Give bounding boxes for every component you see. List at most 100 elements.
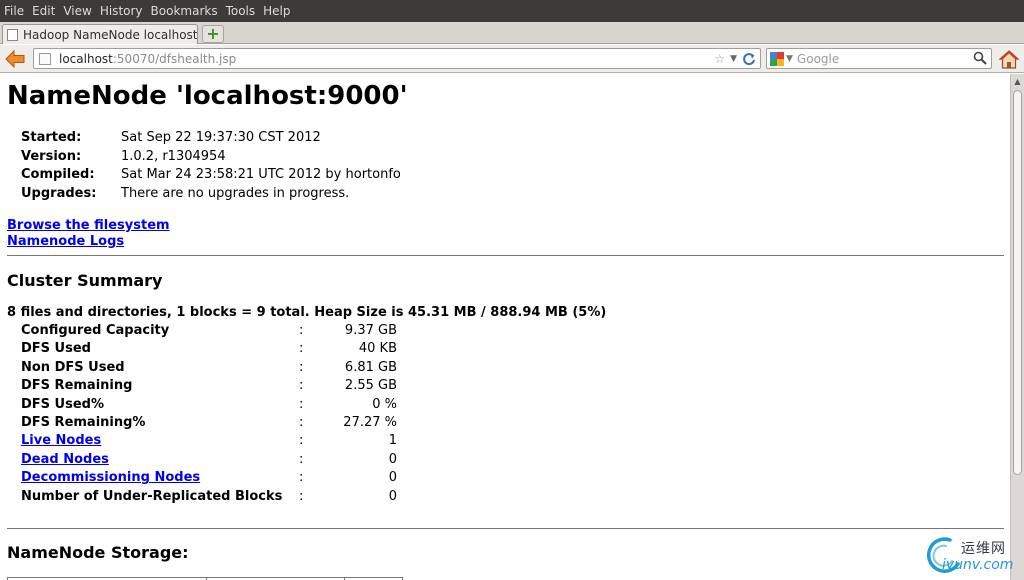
info-row-upgrades: Upgrades: There are no upgrades in progr… <box>21 185 401 204</box>
row-label: Configured Capacity <box>21 323 170 338</box>
row-colon: : <box>299 433 304 449</box>
home-icon <box>999 49 1019 69</box>
url-bar[interactable]: localhost:50070/dfshealth.jsp ☆ ▼ <box>33 48 761 69</box>
table-row: Decommissioning Nodes : 0 <box>21 469 397 487</box>
search-placeholder: Google <box>796 51 840 66</box>
menu-file[interactable]: File <box>0 0 28 22</box>
scroll-up-icon[interactable]: ▲ <box>1011 74 1024 88</box>
row-value: 2.55 GB <box>344 378 397 394</box>
url-bar-icons: ☆ ▼ <box>714 50 756 68</box>
info-label: Started: <box>21 130 82 145</box>
table-row: DFS Used% : 0 % <box>21 396 397 414</box>
row-colon: : <box>299 359 304 375</box>
table-row: Number of Under-Replicated Blocks : 0 <box>21 488 397 506</box>
url-dropdown-icon[interactable]: ▼ <box>730 54 737 64</box>
engine-dropdown-icon[interactable]: ▼ <box>786 54 793 64</box>
watermark-en-text: iyunv.com <box>942 557 1014 573</box>
watermark-cn-text: 运维网 <box>961 541 1006 557</box>
row-value: 27.27 % <box>343 415 397 431</box>
row-colon: : <box>299 378 304 394</box>
tab-title: Hadoop NameNode localhost:9... <box>23 27 198 42</box>
menu-bookmarks[interactable]: Bookmarks <box>147 0 222 22</box>
back-arrow-icon <box>5 50 25 68</box>
table-row: DFS Remaining : 2.55 GB <box>21 377 397 395</box>
row-value: 0 <box>388 488 397 504</box>
info-row-version: Version: 1.0.2, r1304954 <box>21 148 401 167</box>
page-links: Browse the filesystem Namenode Logs <box>7 218 170 249</box>
row-value: 1 <box>388 433 397 449</box>
namenode-info-table: Started: Sat Sep 22 19:37:30 CST 2012 Ve… <box>21 129 401 203</box>
row-label: DFS Remaining% <box>21 415 146 431</box>
cluster-summary-heading: Cluster Summary <box>7 271 163 290</box>
decommissioning-nodes-link[interactable]: Decommissioning Nodes <box>21 470 200 485</box>
table-row: Non DFS Used : 6.81 GB <box>21 359 397 377</box>
row-label: Decommissioning Nodes <box>21 469 299 487</box>
row-label: Non DFS Used <box>21 359 125 375</box>
row-colon: : <box>299 451 304 467</box>
row-label: DFS Used% <box>21 396 105 412</box>
info-value: 1.0.2, r1304954 <box>121 148 226 164</box>
url-path: :50070/dfshealth.jsp <box>112 51 237 66</box>
row-colon: : <box>299 396 304 412</box>
row-value: 0 % <box>372 396 397 412</box>
plus-icon: + <box>206 24 220 43</box>
table-row: DFS Used : 40 KB <box>21 340 397 358</box>
site-identity-icon[interactable] <box>39 52 51 65</box>
back-button[interactable] <box>3 48 27 70</box>
menu-bar: File Edit View History Bookmarks Tools H… <box>0 0 1024 22</box>
row-value: 40 KB <box>358 341 397 357</box>
row-colon: : <box>299 341 304 357</box>
cluster-summary-table: Configured Capacity : 9.37 GB DFS Used :… <box>21 322 397 506</box>
new-tab-button[interactable]: + <box>202 25 224 43</box>
row-colon: : <box>299 488 304 504</box>
page-content: NameNode 'localhost:9000' Started: Sat S… <box>0 74 1010 580</box>
row-label: DFS Used <box>21 341 91 357</box>
info-value: Sat Sep 22 19:37:30 CST 2012 <box>121 130 321 145</box>
site-watermark: 运维网 iyunv.com <box>920 534 1024 580</box>
dead-nodes-link[interactable]: Dead Nodes <box>21 452 109 467</box>
info-label: Compiled: <box>21 167 95 182</box>
row-colon: : <box>299 470 304 486</box>
menu-help[interactable]: Help <box>259 0 294 22</box>
row-value: 9.37 GB <box>344 323 397 338</box>
cluster-summary-line: 8 files and directories, 1 blocks = 9 to… <box>7 305 607 320</box>
menu-view[interactable]: View <box>59 0 95 22</box>
menu-edit[interactable]: Edit <box>28 0 59 22</box>
home-button[interactable] <box>998 48 1020 70</box>
info-value: Sat Mar 24 23:58:21 UTC 2012 by hortonfo <box>121 167 401 182</box>
namenode-logs-link[interactable]: Namenode Logs <box>7 234 170 250</box>
search-bar[interactable]: ▼ Google <box>766 48 992 69</box>
table-row: DFS Remaining% : 27.27 % <box>21 414 397 432</box>
bookmark-star-icon[interactable]: ☆ <box>714 52 725 66</box>
google-engine-icon[interactable] <box>770 51 784 66</box>
table-row: Configured Capacity : 9.37 GB <box>21 322 397 340</box>
reload-icon[interactable] <box>742 52 756 66</box>
row-label: DFS Remaining <box>21 378 133 394</box>
divider <box>7 255 1004 256</box>
row-label: Live Nodes <box>21 432 299 450</box>
namenode-storage-heading: NameNode Storage: <box>7 543 189 562</box>
info-label: Version: <box>21 148 82 164</box>
browse-filesystem-link[interactable]: Browse the filesystem <box>7 218 170 234</box>
info-value: There are no upgrades in progress. <box>121 185 350 201</box>
tab-strip: Hadoop NameNode localhost:9... + <box>0 22 1024 44</box>
table-row: Live Nodes : 1 <box>21 432 397 450</box>
tab-namenode[interactable]: Hadoop NameNode localhost:9... <box>2 24 198 44</box>
row-label: Dead Nodes <box>21 451 299 469</box>
row-value: 0 <box>388 451 397 467</box>
menu-tools[interactable]: Tools <box>222 0 260 22</box>
info-label: Upgrades: <box>21 185 97 201</box>
page-scrollbar[interactable]: ▲ <box>1010 74 1024 580</box>
info-row-compiled: Compiled: Sat Mar 24 23:58:21 UTC 2012 b… <box>21 166 401 185</box>
menu-history[interactable]: History <box>96 0 147 22</box>
row-value: 6.81 GB <box>344 359 397 375</box>
navigation-toolbar: localhost:50070/dfshealth.jsp ☆ ▼ ▼ Goog… <box>0 45 1024 73</box>
search-icon[interactable] <box>973 51 987 65</box>
scroll-thumb[interactable] <box>1013 90 1022 475</box>
table-row: Dead Nodes : 0 <box>21 451 397 469</box>
row-colon: : <box>299 415 304 431</box>
row-colon: : <box>299 323 304 338</box>
row-value: 0 <box>388 470 397 486</box>
row-label: Number of Under-Replicated Blocks <box>21 488 283 504</box>
live-nodes-link[interactable]: Live Nodes <box>21 433 101 448</box>
